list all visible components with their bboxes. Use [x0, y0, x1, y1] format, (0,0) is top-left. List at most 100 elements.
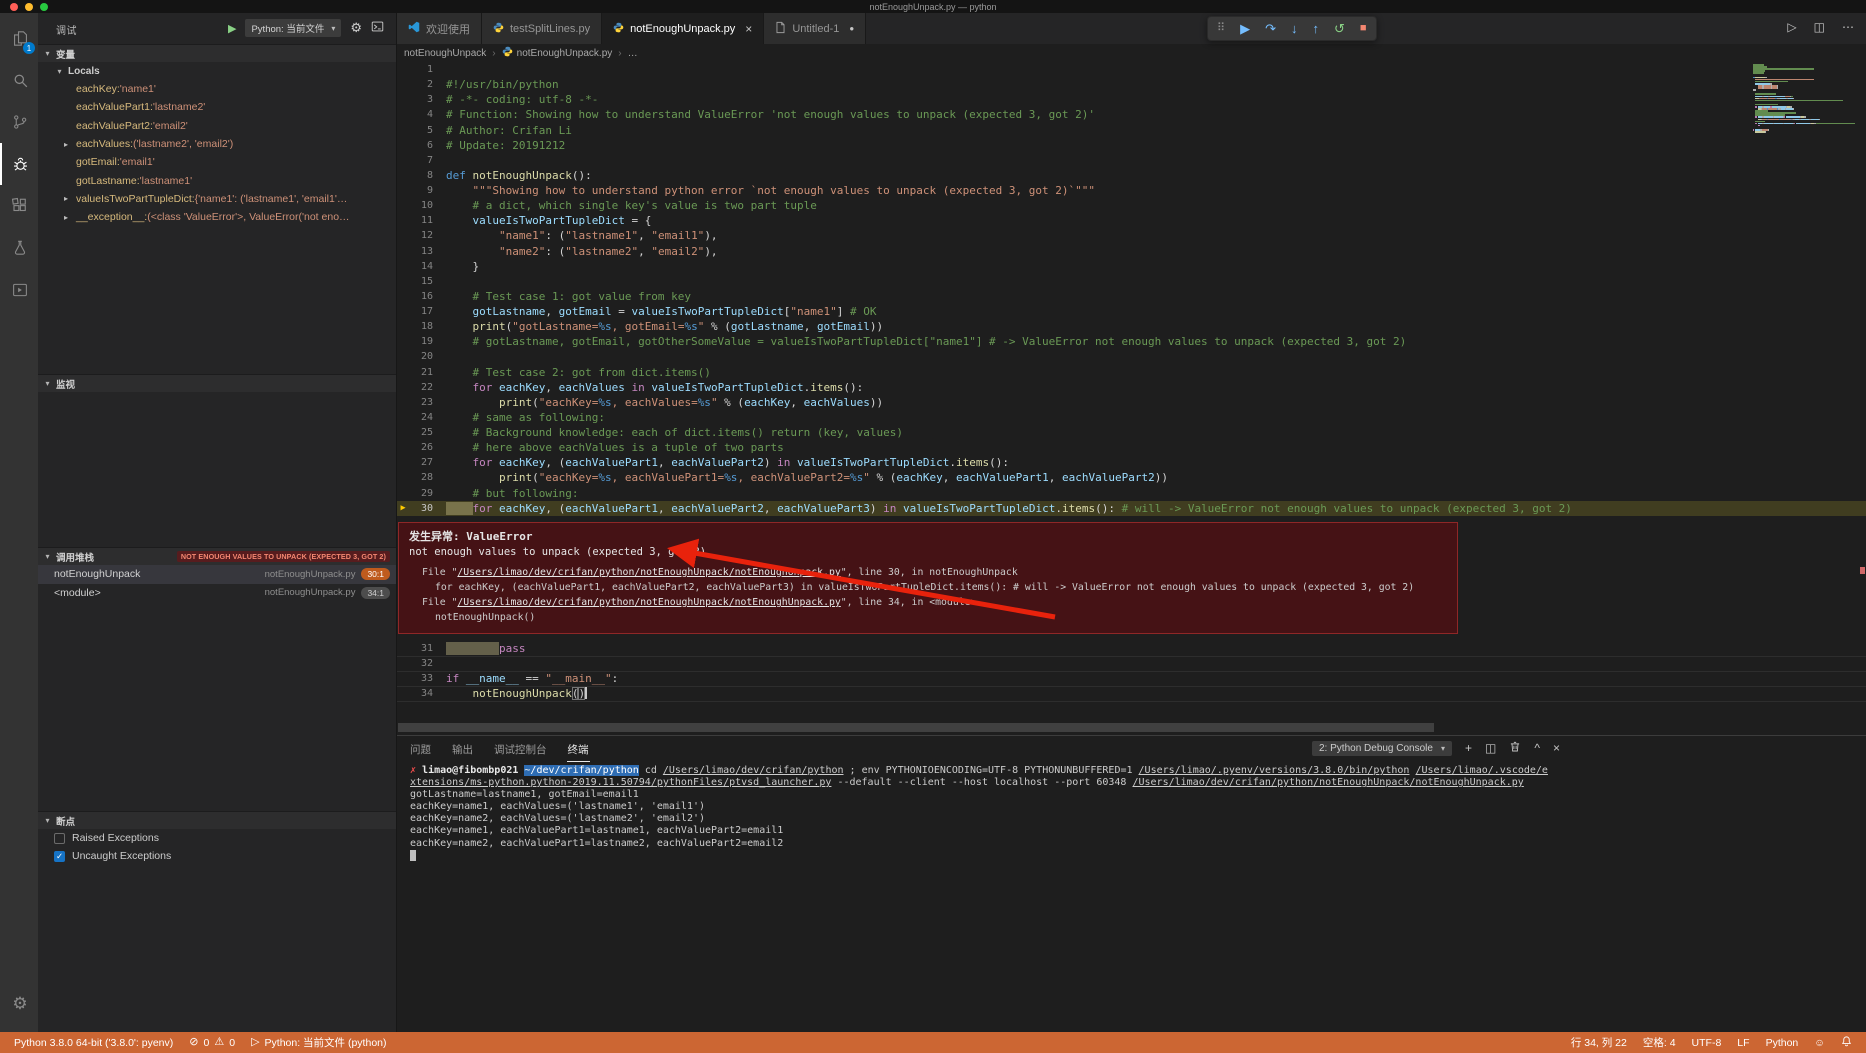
split-terminal-icon[interactable]: ◫: [1485, 741, 1496, 755]
code-line[interactable]: }: [433, 259, 479, 274]
maximize-panel-icon[interactable]: ^: [1534, 741, 1540, 755]
terminal-link[interactable]: /Users/limao/dev/crifan/python: [663, 765, 844, 776]
glyph-margin[interactable]: [397, 62, 409, 77]
line-number[interactable]: 25: [409, 425, 433, 440]
glyph-margin[interactable]: [397, 259, 409, 274]
line-number[interactable]: 30: [409, 501, 433, 516]
stop-button[interactable]: ■: [1360, 23, 1367, 34]
line-number[interactable]: 34: [409, 686, 433, 701]
code-line[interactable]: [433, 153, 446, 168]
line-number[interactable]: 14: [409, 259, 433, 274]
extensions-icon[interactable]: [0, 185, 38, 227]
source-control-icon[interactable]: [0, 101, 38, 143]
breadcrumb-item[interactable]: …: [628, 48, 638, 59]
glyph-margin[interactable]: [397, 319, 409, 334]
breakpoint-row[interactable]: Raised Exceptions: [38, 829, 396, 847]
run-python-file-icon[interactable]: ▷: [1787, 20, 1796, 34]
glyph-margin[interactable]: [397, 349, 409, 364]
continue-button[interactable]: ▶: [1240, 22, 1250, 35]
line-number[interactable]: 13: [409, 244, 433, 259]
glyph-margin[interactable]: [397, 365, 409, 380]
test-icon[interactable]: [0, 227, 38, 269]
status-cursor-position[interactable]: 行 34, 列 22: [1563, 1032, 1635, 1053]
breakpoint-row[interactable]: ✓ Uncaught Exceptions: [38, 847, 396, 865]
settings-gear-icon[interactable]: ⚙: [0, 982, 38, 1024]
glyph-margin[interactable]: [397, 153, 409, 168]
status-language-mode[interactable]: Python: [1758, 1032, 1807, 1053]
search-icon[interactable]: [0, 59, 38, 101]
glyph-margin[interactable]: [397, 92, 409, 107]
variable-row[interactable]: ▸ __exception__: (<class 'ValueError'>, V…: [38, 208, 396, 226]
line-number[interactable]: 21: [409, 365, 433, 380]
editor-tab[interactable]: Untitled-1 ●: [764, 13, 867, 44]
line-number[interactable]: 9: [409, 183, 433, 198]
line-number[interactable]: 5: [409, 123, 433, 138]
line-number[interactable]: 2: [409, 77, 433, 92]
terminal-link[interactable]: xtensions/ms-python.python-2019.11.50794…: [410, 777, 831, 788]
code-line[interactable]: # Author: Crifan Li: [433, 123, 572, 138]
breadcrumb[interactable]: notEnoughUnpack › notEnoughUnpack.py ›…: [397, 44, 1866, 62]
start-debug-button[interactable]: ▶: [228, 22, 236, 35]
glyph-margin[interactable]: [397, 183, 409, 198]
glyph-margin[interactable]: [397, 455, 409, 470]
glyph-margin[interactable]: [397, 641, 409, 656]
glyph-margin[interactable]: [397, 138, 409, 153]
glyph-margin[interactable]: [397, 440, 409, 455]
split-editor-icon[interactable]: ◫: [1814, 20, 1825, 34]
line-number[interactable]: 7: [409, 153, 433, 168]
glyph-margin[interactable]: [397, 671, 409, 686]
dirty-dot-icon[interactable]: ●: [849, 24, 854, 33]
glyph-margin[interactable]: [397, 77, 409, 92]
glyph-margin[interactable]: [397, 274, 409, 289]
line-number[interactable]: 15: [409, 274, 433, 289]
scope-locals[interactable]: ▾ Locals: [38, 62, 396, 80]
code-line[interactable]: [433, 349, 446, 364]
status-eol[interactable]: LF: [1729, 1032, 1757, 1053]
breadcrumb-item[interactable]: notEnoughUnpack.py: [502, 46, 612, 60]
status-problems[interactable]: ⊘ 0 ⚠ 0: [181, 1032, 243, 1053]
code-line[interactable]: [433, 656, 446, 671]
glyph-margin[interactable]: [397, 380, 409, 395]
configure-launch-gear-icon[interactable]: ⚙: [350, 20, 362, 36]
terminal[interactable]: ✗ limao@fibombp021 ~/dev/crifan/python c…: [410, 765, 1862, 1032]
glyph-margin[interactable]: [397, 244, 409, 259]
glyph-margin[interactable]: [397, 168, 409, 183]
variable-row[interactable]: ▸ valueIsTwoPartTupleDict: {'name1': ('la…: [38, 190, 396, 208]
terminal-selector[interactable]: 2: Python Debug Console ▾: [1312, 740, 1452, 756]
terminal-link[interactable]: /Users/limao/dev/crifan/python/notEnough…: [1132, 777, 1523, 788]
line-number[interactable]: 6: [409, 138, 433, 153]
more-actions-icon[interactable]: ⋯: [1842, 20, 1854, 34]
line-number[interactable]: 23: [409, 395, 433, 410]
code-line[interactable]: for eachKey, (eachValuePart1, eachValueP…: [433, 455, 1010, 470]
variable-row[interactable]: gotLastname: 'lastname1': [38, 171, 396, 189]
glyph-margin[interactable]: [397, 470, 409, 485]
status-encoding[interactable]: UTF-8: [1684, 1032, 1730, 1053]
code-line[interactable]: if __name__ == "__main__":: [433, 671, 618, 686]
stack-frame-row[interactable]: <module> notEnoughUnpack.py 34:1: [38, 584, 396, 603]
code-line[interactable]: print("gotLastname=%s, gotEmail=%s" % (g…: [433, 319, 884, 334]
terminal-link[interactable]: /Users/limao/.vscode/e: [1416, 765, 1548, 776]
code-line[interactable]: # Test case 2: got from dict.items(): [433, 365, 711, 380]
line-number[interactable]: 33: [409, 671, 433, 686]
close-icon[interactable]: ×: [745, 22, 752, 36]
code-line[interactable]: # gotLastname, gotEmail, gotOtherSomeVal…: [433, 334, 1407, 349]
line-number[interactable]: 17: [409, 304, 433, 319]
code-line[interactable]: # but following:: [433, 486, 579, 501]
line-number[interactable]: 10: [409, 198, 433, 213]
code-line[interactable]: gotLastname, gotEmail = valueIsTwoPartTu…: [433, 304, 877, 319]
breadcrumb-item[interactable]: notEnoughUnpack: [404, 48, 486, 59]
status-indentation[interactable]: 空格: 4: [1635, 1032, 1684, 1053]
code-line[interactable]: # Function: Showing how to understand Va…: [433, 107, 1095, 122]
step-out-button[interactable]: ↑: [1312, 22, 1319, 35]
code-line[interactable]: "name2": ("lastname2", "email2"),: [433, 244, 718, 259]
zoom-window-button[interactable]: [40, 2, 48, 11]
breakpoints-header[interactable]: ▾ 断点: [38, 811, 396, 829]
code-line[interactable]: # -*- coding: utf-8 -*-: [433, 92, 598, 107]
restart-button[interactable]: ↺: [1334, 22, 1345, 35]
code-line[interactable]: for eachKey, (eachValuePart1, eachValueP…: [433, 501, 1572, 516]
code-line[interactable]: # a dict, which single key's value is tw…: [433, 198, 817, 213]
code-line[interactable]: [433, 274, 446, 289]
drag-grip-button[interactable]: ⠿: [1217, 23, 1225, 34]
stack-frame-row[interactable]: notEnoughUnpack notEnoughUnpack.py 30:1: [38, 565, 396, 584]
breakpoint-checkbox[interactable]: ✓: [54, 850, 65, 862]
